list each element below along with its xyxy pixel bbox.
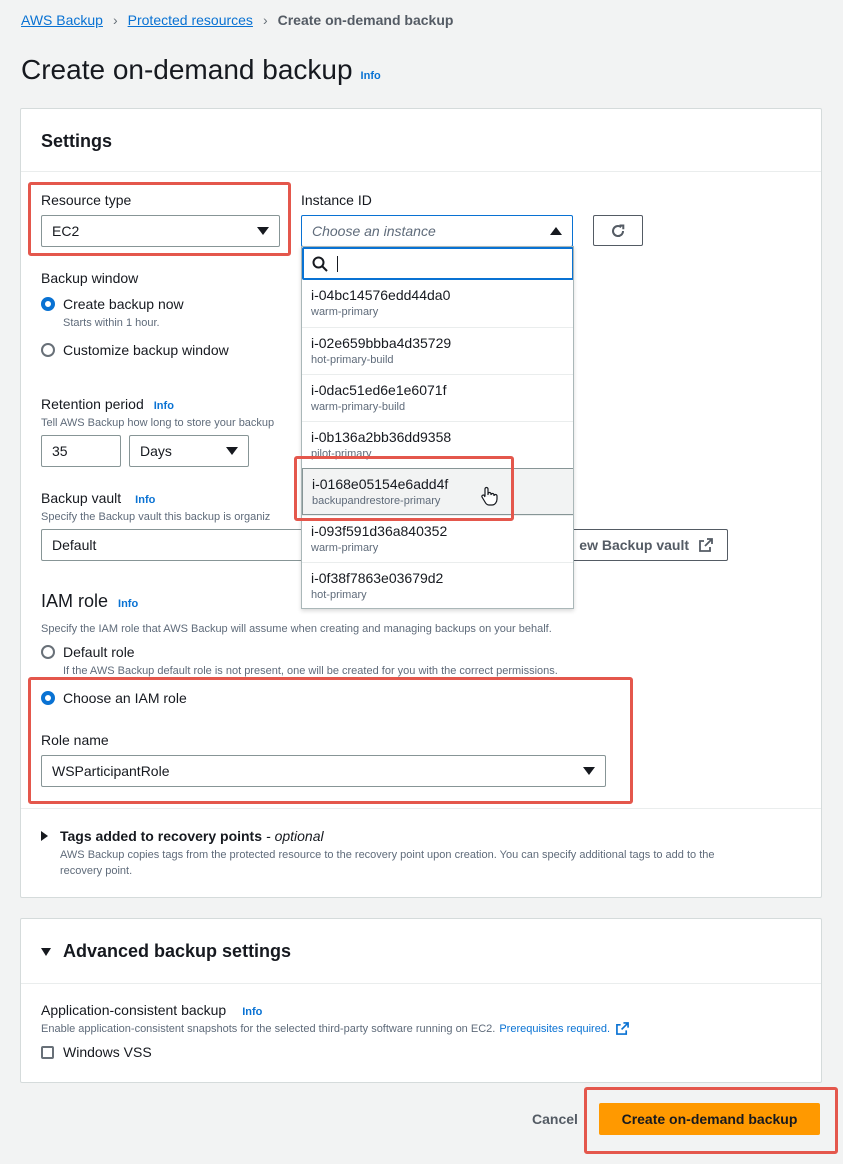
advanced-title: Advanced backup settings <box>63 941 292 961</box>
dropdown-option[interactable]: i-04bc14576edd44da0 warm-primary <box>302 280 573 327</box>
retention-unit: Days <box>140 443 172 459</box>
app-consistent-description: Enable application-consistent snapshots … <box>41 1022 496 1035</box>
tags-description-1: AWS Backup copies tags from the protecte… <box>60 849 715 861</box>
info-link[interactable]: Info <box>118 598 138 610</box>
option-instance-tag: warm-primary-build <box>311 401 406 413</box>
info-link[interactable]: Info <box>135 494 155 506</box>
page-title-row: Create on-demand backup Info <box>21 54 381 86</box>
breadcrumb-current: Create on-demand backup <box>277 12 454 28</box>
iam-title: IAM role <box>41 591 109 611</box>
windows-vss-checkbox[interactable] <box>41 1046 54 1059</box>
option-instance-tag: warm-primary <box>311 306 379 318</box>
vault-select[interactable]: Default <box>41 529 303 561</box>
option-instance-id: i-0dac51ed6e1e6071f <box>311 382 447 398</box>
option-instance-id: i-04bc14576edd44da0 <box>311 287 451 303</box>
tags-description-2: recovery point. <box>60 865 133 877</box>
instance-id-select[interactable]: Choose an instance <box>301 215 573 247</box>
retention-label-row: Retention period Info <box>41 396 174 412</box>
radio-default-role[interactable] <box>41 645 55 659</box>
info-link[interactable]: Info <box>361 70 381 82</box>
iam-title-row: IAM role Info <box>41 591 138 612</box>
tags-title: Tags added to recovery points <box>60 828 263 844</box>
instance-id-placeholder: Choose an instance <box>312 223 436 239</box>
breadcrumb-protected-resources[interactable]: Protected resources <box>128 12 253 28</box>
dropdown-option[interactable]: i-0dac51ed6e1e6071f warm-primary-build <box>302 374 573 421</box>
caret-down-icon <box>41 947 51 956</box>
option-instance-tag: hot-primary <box>311 589 367 601</box>
dropdown-option[interactable]: i-093f591d36a840352 warm-primary <box>302 515 573 562</box>
create-now-description: Starts within 1 hour. <box>63 317 160 329</box>
customize-window-label: Customize backup window <box>63 342 229 358</box>
highlight-create-button <box>584 1087 838 1154</box>
backup-window-label: Backup window <box>41 270 139 286</box>
page-title: Create on-demand backup <box>21 54 353 85</box>
option-instance-id: i-02e659bbba4d35729 <box>311 335 452 351</box>
external-link-icon <box>616 1022 629 1035</box>
refresh-icon <box>612 224 625 237</box>
chevron-right-icon: › <box>112 12 118 28</box>
refresh-button[interactable] <box>593 215 643 246</box>
divider <box>21 808 821 809</box>
retention-value-input[interactable]: 35 <box>41 435 121 467</box>
retention-description: Tell AWS Backup how long to store your b… <box>41 417 275 429</box>
default-role-description: If the AWS Backup default role is not pr… <box>63 665 558 677</box>
dropdown-option[interactable]: i-0f38f7863e03679d2 hot-primary <box>302 562 573 608</box>
text-cursor <box>337 255 338 272</box>
option-instance-id: i-0f38f7863e03679d2 <box>311 570 444 586</box>
app-consistent-label: Application-consistent backup <box>41 1002 227 1018</box>
info-link[interactable]: Info <box>154 400 174 412</box>
cancel-button[interactable]: Cancel <box>528 1103 582 1135</box>
dropdown-option[interactable]: i-02e659bbba4d35729 hot-primary-build <box>302 327 573 374</box>
retention-unit-select[interactable]: Days <box>129 435 249 467</box>
app-consistent-label-row: Application-consistent backup Info <box>41 1002 262 1018</box>
default-role-label: Default role <box>63 644 135 660</box>
radio-create-now[interactable] <box>41 297 55 311</box>
external-link-icon <box>699 538 713 552</box>
retention-label: Retention period <box>41 396 144 412</box>
windows-vss-label: Windows VSS <box>63 1044 152 1060</box>
retention-value: 35 <box>52 443 68 459</box>
option-instance-id: i-0b136a2bb36dd9358 <box>311 429 452 445</box>
chevron-right-icon: › <box>262 12 268 28</box>
settings-title: Settings <box>41 131 113 151</box>
tags-optional: - optional <box>266 828 324 844</box>
breadcrumb: AWS Backup › Protected resources › Creat… <box>21 12 453 28</box>
caret-right-icon <box>41 831 48 841</box>
instance-id-label: Instance ID <box>301 192 372 208</box>
option-instance-id: i-093f591d36a840352 <box>311 523 448 539</box>
tags-expander[interactable]: Tags added to recovery points - optional <box>41 828 324 844</box>
radio-customize-window[interactable] <box>41 343 55 357</box>
highlight-resource-type <box>28 182 291 256</box>
breadcrumb-aws-backup[interactable]: AWS Backup <box>21 12 103 28</box>
instance-dropdown: i-04bc14576edd44da0 warm-primary i-02e65… <box>301 246 574 609</box>
vault-description: Specify the Backup vault this backup is … <box>41 511 271 523</box>
iam-description: Specify the IAM role that AWS Backup wil… <box>41 623 552 635</box>
hand-cursor-icon <box>481 486 498 506</box>
caret-down-icon <box>226 447 238 455</box>
dropdown-search-input[interactable] <box>302 247 573 280</box>
search-icon <box>312 256 328 272</box>
vault-value: Default <box>52 537 97 553</box>
create-now-label: Create backup now <box>63 296 184 312</box>
vault-label-row: Backup vault Info <box>41 490 155 506</box>
option-instance-tag: warm-primary <box>311 542 379 554</box>
highlight-iam-role <box>28 677 633 804</box>
vault-label: Backup vault <box>41 490 122 506</box>
caret-up-icon <box>550 227 562 235</box>
advanced-expander[interactable]: Advanced backup settings <box>41 941 291 962</box>
prerequisites-link[interactable]: Prerequisites required. <box>499 1023 610 1035</box>
info-link[interactable]: Info <box>242 1006 262 1018</box>
option-instance-tag: hot-primary-build <box>311 354 394 366</box>
create-vault-label: ew Backup vault <box>579 537 689 553</box>
app-consistent-description-row: Enable application-consistent snapshots … <box>41 1022 629 1035</box>
